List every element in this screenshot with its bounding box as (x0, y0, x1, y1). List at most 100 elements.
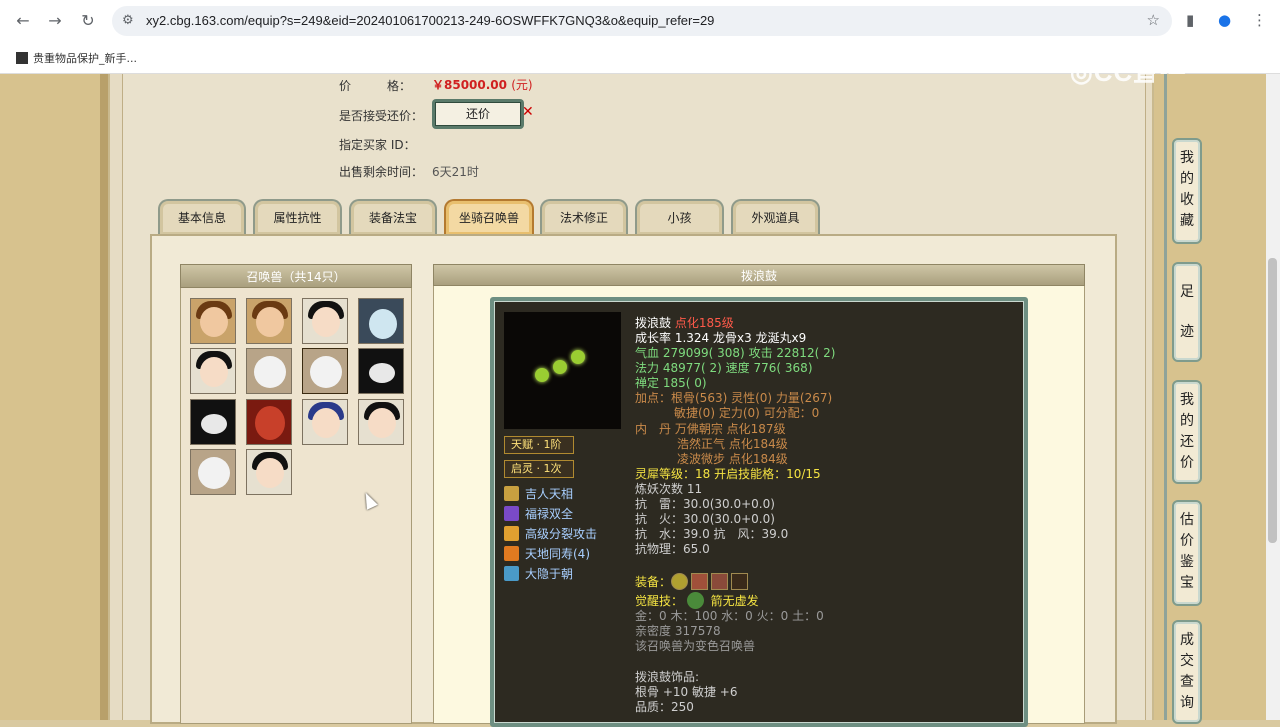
time-left-value: 6天21时 (432, 165, 479, 179)
skill-item[interactable]: 福禄双全 (504, 505, 573, 522)
skill-label: 天地同寿(4) (525, 547, 590, 561)
price-amount: ￥85000.00 (432, 78, 508, 92)
sidebar-rail (1164, 74, 1167, 720)
resist-line-1: 抗 雷：30.0(30.0+0.0) (635, 497, 775, 511)
tab-basic-info[interactable]: 基本信息 (158, 199, 246, 235)
reload-icon[interactable]: ↻ (77, 10, 99, 32)
portrait-leaf (553, 360, 567, 374)
sidebar-appraisal-button[interactable]: 估价鉴宝 (1172, 500, 1202, 606)
tab-attributes[interactable]: 属性抗性 (253, 199, 342, 235)
sidebar-transactions-button[interactable]: 成交查询 (1172, 620, 1202, 724)
time-left-label: 出售剩余时间： (339, 165, 424, 179)
equip-icon[interactable] (731, 573, 749, 590)
pet-portrait (504, 312, 621, 429)
resist-line-3: 抗 水：39.0 抗 风：39.0 (635, 527, 789, 541)
sidebar-favorites-button[interactable]: 我的收藏 (1172, 138, 1202, 244)
pet-thumb-5[interactable] (190, 348, 236, 394)
skill-label: 福禄双全 (525, 507, 574, 521)
skill-item[interactable]: 吉人天相 (504, 485, 573, 502)
pet-thumb-6[interactable] (246, 348, 292, 394)
equipment-line: 装备： (635, 573, 751, 590)
equip-icon[interactable] (691, 573, 709, 590)
site-info-icon[interactable]: ⚙ (122, 13, 134, 28)
pet-thumb-3[interactable] (302, 298, 348, 344)
pet-avatar (198, 457, 230, 489)
points-line-2: 敏捷(0) 定力(0) 可分配：0 (674, 406, 820, 420)
awaken-skill-icon[interactable] (686, 592, 704, 609)
pet-avatar (255, 406, 285, 440)
intimacy-line: 亲密度 317578 (635, 624, 721, 638)
address-bar[interactable]: ⚙ xy2.cbg.163.com/equip?s=249&eid=202401… (112, 6, 1172, 36)
bargain-button[interactable]: 还价 (432, 99, 524, 129)
mp-spd-line: 法力 48977( 2) 速度 776( 368) (635, 361, 813, 375)
tab-appearance[interactable]: 外观道具 (731, 199, 820, 235)
pet-thumb-10[interactable] (246, 399, 292, 445)
forward-icon[interactable]: → (44, 10, 66, 32)
scrollbar-thumb[interactable] (1268, 258, 1277, 543)
points-line-1: 加点：根骨(563) 灵性(0) 力量(267) (635, 391, 833, 405)
tab-children[interactable]: 小孩 (635, 199, 724, 235)
skill-label: 吉人天相 (525, 487, 574, 501)
sidebar-toggle-icon[interactable]: ▮ (1186, 11, 1194, 29)
skill-item[interactable]: 大隐于朝 (504, 565, 573, 582)
tab-mounts-pets[interactable]: 坐骑召唤兽 (444, 199, 534, 235)
menu-icon[interactable]: ⋮ (1252, 11, 1267, 29)
pet-list-title: 召唤兽（共14只） (180, 264, 412, 288)
quality-line: 品质：250 (635, 700, 694, 714)
pet-thumb-9[interactable] (190, 399, 236, 445)
ornament-line: 拨浪鼓饰品: (635, 670, 700, 684)
zen-line: 禅定 185( 0) (635, 376, 707, 390)
skill-icon (504, 506, 519, 521)
pet-thumb-11[interactable] (302, 399, 348, 445)
back-icon[interactable]: ← (12, 10, 34, 32)
skill-item[interactable]: 天地同寿(4) (504, 545, 590, 562)
awaken-badge: 启灵 · 1次 (504, 460, 574, 478)
skill-label: 大隐于朝 (525, 567, 574, 581)
pet-thumb-4[interactable] (358, 298, 404, 344)
portrait-leaf (571, 350, 585, 364)
sidebar-my-bargains-button[interactable]: 我的还价 (1172, 380, 1202, 484)
neidan-line-2: 浩然正气 点化184级 (677, 437, 788, 451)
skill-label: 高级分裂攻击 (525, 527, 598, 541)
pet-thumb-7[interactable] (302, 348, 348, 394)
pet-name-line: 拨浪鼓 点化185级 (635, 316, 734, 330)
equip-icon[interactable] (671, 573, 689, 590)
price-unit: (元) (511, 78, 533, 92)
sidebar-footprints-label: 足迹 (1180, 284, 1194, 340)
pet-thumb-12[interactable] (358, 399, 404, 445)
pet-thumb-14[interactable] (246, 449, 292, 495)
bargain-label: 是否接受还价： (339, 109, 424, 123)
pet-thumb-13[interactable] (190, 449, 236, 495)
bookmark-favicon-icon (16, 52, 28, 64)
pet-thumb-8[interactable] (358, 348, 404, 394)
bookmark-item[interactable]: 贵重物品保护_新手... (16, 50, 137, 66)
bargain-close-icon[interactable]: ✕ (522, 104, 534, 120)
buyer-id-label: 指定买家 ID： (339, 138, 416, 152)
url-text[interactable]: xy2.cbg.163.com/equip?s=249&eid=20240106… (146, 13, 714, 28)
pet-avatar (254, 356, 286, 388)
skill-icon (504, 566, 519, 581)
bookmark-star-icon[interactable]: ☆ (1147, 11, 1160, 29)
pet-avatar (369, 363, 395, 383)
sidebar-footprints-button[interactable]: 足迹 (1172, 262, 1202, 362)
skill-icon (504, 546, 519, 561)
portrait-leaf (535, 368, 549, 382)
browser-toolbar: ← → ↻ ⚙ xy2.cbg.163.com/equip?s=249&eid=… (0, 0, 1280, 42)
resist-line-4: 抗物理：65.0 (635, 542, 710, 556)
profile-icon[interactable]: ● (1218, 11, 1231, 29)
talent-badge: 天赋 · 1阶 (504, 436, 574, 454)
lianyao-line: 炼妖次数 11 (635, 482, 703, 496)
skill-item[interactable]: 高级分裂攻击 (504, 525, 597, 542)
lingxi-line: 灵犀等级：18 开启技能格：10/15 (635, 467, 821, 481)
awaken-skill-line: 觉醒技： 箭无虚发 (635, 592, 759, 609)
tab-equipment[interactable]: 装备法宝 (349, 199, 437, 235)
equip-icon[interactable] (711, 573, 729, 590)
pet-avatar (369, 309, 397, 339)
pet-thumb-1[interactable] (190, 298, 236, 344)
ornament-stats-line: 根骨 +10 敏捷 +6 (635, 685, 738, 699)
tab-spell-mod[interactable]: 法术修正 (540, 199, 628, 235)
variant-line: 该召唤兽为变色召唤兽 (635, 639, 756, 653)
pet-thumb-2[interactable] (246, 298, 292, 344)
pet-avatar (201, 414, 227, 434)
bargain-button-label: 还价 (435, 102, 521, 126)
